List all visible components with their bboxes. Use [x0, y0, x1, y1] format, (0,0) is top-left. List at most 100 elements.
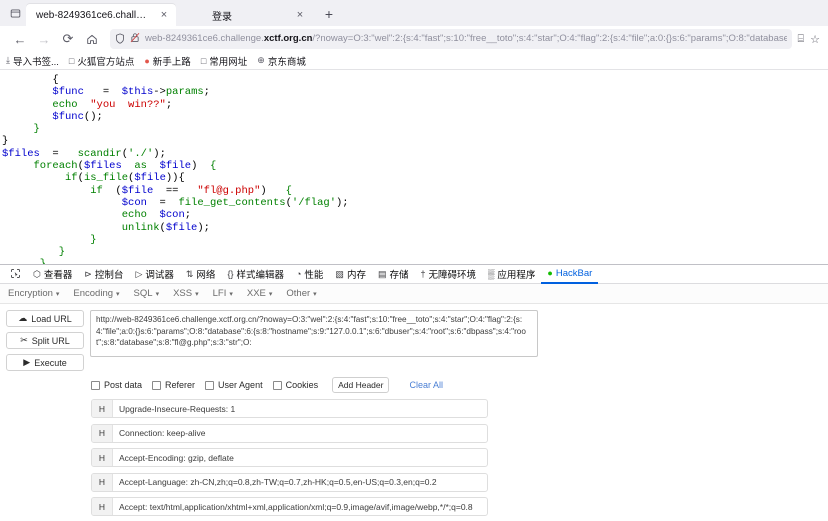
hackbar-action-buttons: ☁ Load URL ✂ Split URL ▶ Execute [6, 310, 84, 371]
menu-encryption[interactable]: Encryption ▾ [8, 288, 59, 299]
cloud-icon: ☁ [18, 313, 28, 323]
bookmark-item-common-sites[interactable]: □ 常用网址 [201, 54, 247, 68]
devtools-tab-memory[interactable]: ▧ 内存 [329, 265, 372, 284]
element-picker-icon [10, 268, 21, 281]
header-row[interactable]: H Accept-Language: zh-CN,zh;q=0.8,zh-TW;… [91, 472, 488, 492]
add-header-button[interactable]: Add Header [332, 377, 390, 393]
tab-title: web-8249361ce6.challenge.xctf.o [36, 9, 150, 21]
tab-close-icon[interactable]: × [158, 9, 170, 21]
header-value[interactable]: Connection: keep-alive [113, 425, 487, 442]
menu-sql[interactable]: SQL ▾ [134, 288, 160, 299]
reader-mode-icon[interactable]: ⌸ [798, 33, 805, 46]
devtools-tab-console[interactable]: ⊳ 控制台 [78, 265, 129, 284]
url-textarea[interactable]: http://web-8249361ce6.challenge.xctf.org… [90, 310, 538, 357]
option-referer[interactable]: Referer [152, 380, 195, 390]
header-value[interactable]: Accept-Language: zh-CN,zh;q=0.8,zh-TW;q=… [113, 474, 487, 491]
chevron-down-icon: ▾ [268, 290, 273, 298]
devtools-tab-network[interactable]: ⇅ 网络 [180, 265, 222, 284]
button-label: Execute [34, 357, 67, 368]
devtools-tab-storage[interactable]: ▤ 存储 [372, 265, 415, 284]
load-url-button[interactable]: ☁ Load URL [6, 310, 84, 327]
address-bar[interactable]: web-8249361ce6.challenge.xctf.org.cn/?no… [110, 29, 792, 49]
menu-label: Encryption [8, 288, 53, 299]
console-icon: ⊳ [84, 268, 92, 279]
tab-label: 样式编辑器 [236, 270, 284, 281]
header-value[interactable]: Upgrade-Insecure-Requests: 1 [113, 400, 487, 417]
bookmark-item-firefox[interactable]: □ 火狐官方站点 [69, 54, 134, 68]
tab-label: 应用程序 [497, 270, 536, 281]
menu-lfi[interactable]: LFI ▾ [213, 288, 233, 299]
globe-icon: ⊕ [257, 55, 265, 65]
url-text[interactable]: web-8249361ce6.challenge.xctf.org.cn/?no… [145, 29, 787, 49]
hackbar-options-row: Post data Referer User Agent Cookies Add… [84, 371, 828, 397]
option-cookies[interactable]: Cookies [272, 380, 318, 390]
reload-icon[interactable]: ⟳ [56, 28, 80, 50]
forward-icon[interactable]: → [32, 28, 56, 50]
hackbar-icon: ● [547, 268, 553, 278]
devtools-tab-performance[interactable]: ◔ 性能 [290, 265, 329, 284]
devtools-tab-style-editor[interactable]: {} 样式编辑器 [221, 265, 290, 284]
header-row[interactable]: H Connection: keep-alive [91, 423, 488, 443]
referer-checkbox[interactable] [152, 380, 162, 390]
play-icon: ▶ [23, 357, 31, 367]
menu-encoding[interactable]: Encoding ▾ [73, 288, 119, 299]
execute-button[interactable]: ▶ Execute [6, 354, 84, 371]
header-row[interactable]: H Accept: text/html,application/xhtml+xm… [91, 497, 488, 516]
clear-all-button[interactable]: Clear All [409, 380, 443, 390]
option-user-agent[interactable]: User Agent [205, 380, 263, 390]
bookmark-label: 常用网址 [209, 56, 248, 68]
browser-tab-1[interactable]: web-8249361ce6.challenge.xctf.o × [26, 4, 176, 26]
debugger-icon: ▷ [135, 268, 143, 279]
devtools-tab-inspector[interactable]: ⬡ 查看器 [27, 265, 78, 284]
shield-icon[interactable] [115, 32, 125, 46]
tab-label: 调试器 [145, 270, 174, 281]
header-value[interactable]: Accept: text/html,application/xhtml+xml,… [113, 498, 487, 515]
menu-xss[interactable]: XSS ▾ [173, 288, 199, 299]
header-tag: H [92, 400, 113, 417]
menu-other[interactable]: Other ▾ [286, 288, 316, 299]
scissors-icon: ✂ [20, 335, 28, 345]
split-url-button[interactable]: ✂ Split URL [6, 332, 84, 349]
menu-xxe[interactable]: XXE ▾ [247, 288, 273, 299]
devtools-tab-debugger[interactable]: ▷ 调试器 [129, 265, 179, 284]
chevron-down-icon: ▾ [116, 290, 120, 298]
header-row[interactable]: H Upgrade-Insecure-Requests: 1 [91, 399, 488, 418]
devtools-panel: ⬡ 查看器 ⊳ 控制台 ▷ 调试器 ⇅ 网络 {} 样式编辑器 ◔ 性能 ▧ 内… [0, 264, 828, 521]
browser-window: web-8249361ce6.challenge.xctf.o × 登录 × +… [0, 0, 828, 70]
folder-icon: □ [68, 55, 75, 66]
devtools-picker-button[interactable] [4, 265, 27, 284]
network-icon: ⇅ [185, 268, 194, 279]
user-agent-checkbox[interactable] [205, 380, 215, 390]
accessibility-icon: † [420, 269, 426, 279]
menu-label: LFI [212, 288, 227, 299]
menu-label: SQL [133, 288, 153, 299]
bookmark-item-import[interactable]: ⤓ 导入书签... [6, 54, 59, 68]
application-icon: ▒ [488, 269, 495, 279]
tab-close-icon[interactable]: × [294, 9, 306, 21]
menu-label: XXE [246, 288, 266, 299]
cookies-checkbox[interactable] [272, 380, 282, 390]
header-value[interactable]: Accept-Encoding: gzip, deflate [113, 449, 487, 466]
devtools-tab-hackbar[interactable]: ● HackBar [541, 265, 599, 284]
inspector-icon: ⬡ [33, 268, 41, 279]
new-tab-button[interactable]: + [318, 3, 340, 25]
option-label: Post data [104, 380, 143, 390]
bookmark-star-icon[interactable]: ☆ [810, 33, 820, 46]
bookmark-item-getting-started[interactable]: ● 新手上路 [144, 54, 190, 68]
url-domain: xctf.org.cn [263, 33, 313, 44]
list-all-tabs-icon[interactable] [4, 2, 26, 24]
option-post-data[interactable]: Post data [91, 380, 142, 390]
devtools-tab-accessibility[interactable]: † 无障碍环境 [414, 265, 482, 284]
back-icon[interactable]: ← [8, 28, 32, 50]
header-tag: H [92, 498, 113, 515]
chevron-down-icon: ▾ [55, 290, 60, 298]
bookmark-item-jd[interactable]: ⊕ 京东商城 [257, 54, 306, 68]
address-bar-actions: ⌸ ☆ [798, 33, 820, 46]
browser-tab-2[interactable]: 登录 × [198, 4, 312, 26]
devtools-tab-application[interactable]: ▒ 应用程序 [482, 265, 541, 284]
lock-warning-icon[interactable] [130, 32, 140, 46]
home-icon[interactable] [80, 28, 104, 50]
header-row[interactable]: H Accept-Encoding: gzip, deflate [91, 448, 488, 467]
post-data-checkbox[interactable] [91, 380, 100, 390]
menu-label: XSS [173, 288, 193, 299]
